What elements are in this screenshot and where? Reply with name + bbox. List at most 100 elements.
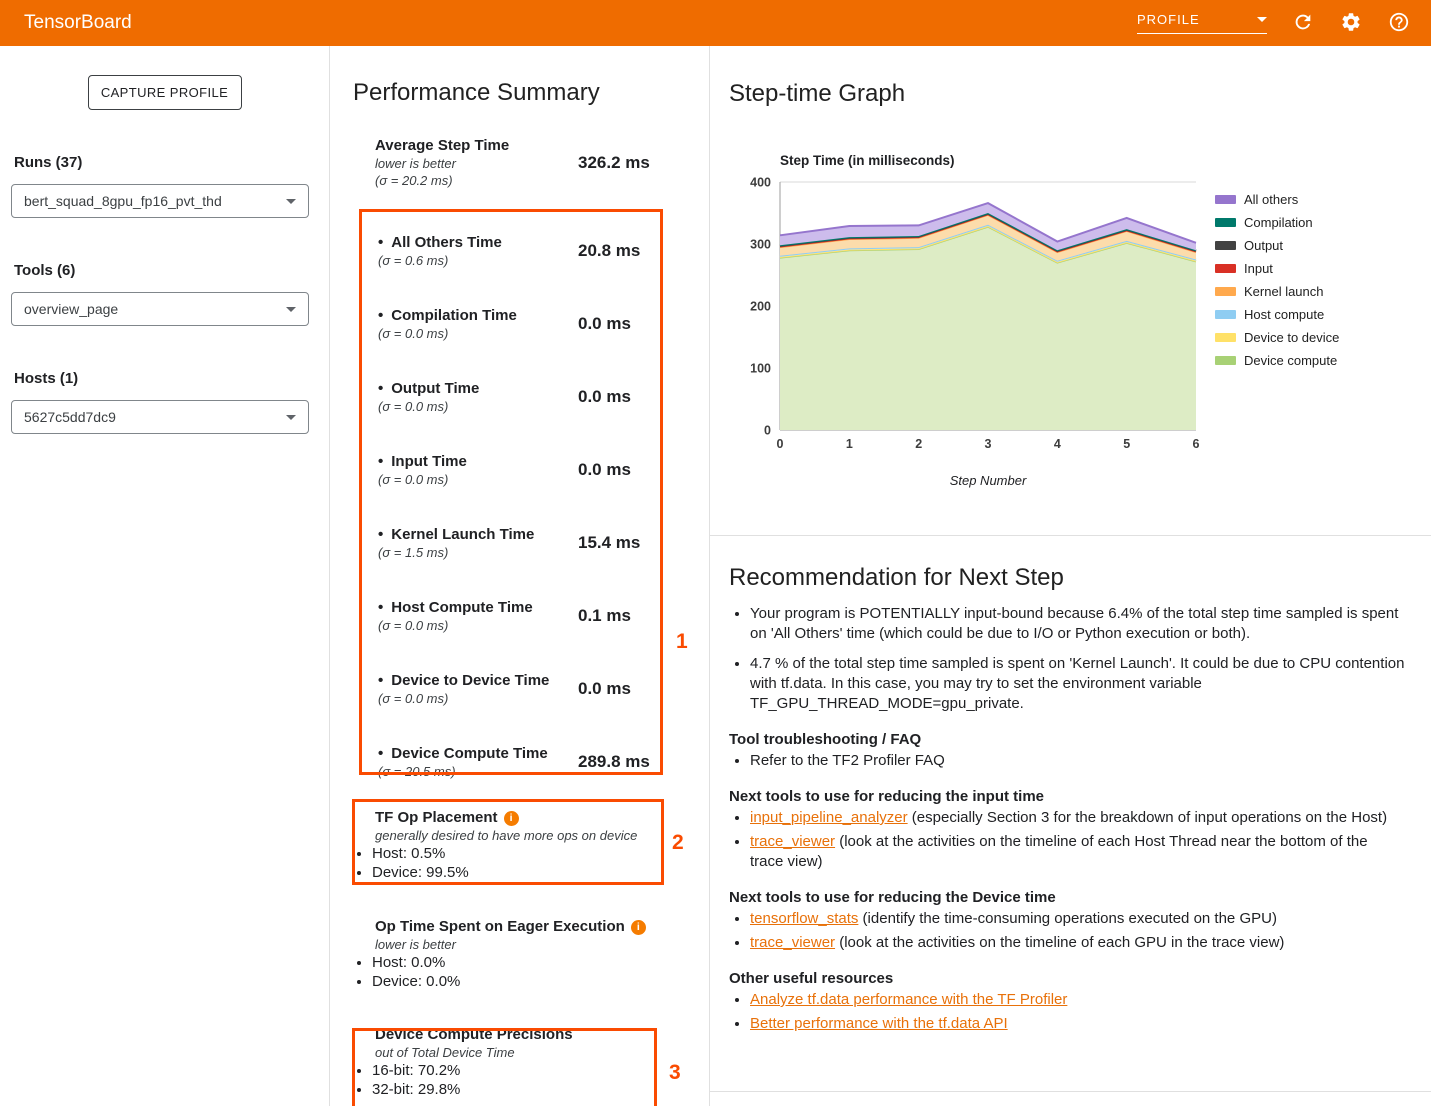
annotation-label-1: 1	[676, 630, 688, 654]
metric-sigma: (σ = 0.0 ms)	[378, 618, 578, 633]
legend-swatch-icon	[1215, 356, 1236, 365]
metrics-list: All Others Time(σ = 0.6 ms) 20.8 ms Comp…	[353, 214, 709, 798]
svg-text:400: 400	[750, 176, 771, 190]
eager-execution-section: Op Time Spent on Eager Execution lower i…	[353, 918, 709, 991]
legend-label: Kernel launch	[1244, 284, 1324, 299]
gear-icon	[1340, 11, 1362, 33]
link-input-pipeline-analyzer[interactable]: input_pipeline_analyzer	[750, 809, 908, 826]
svg-text:3: 3	[985, 437, 992, 451]
svg-text:0: 0	[764, 424, 771, 438]
legend-swatch-icon	[1215, 195, 1236, 204]
metric-label: Device to Device Time	[378, 672, 578, 689]
tool-item-desc: (look at the activities on the timeline …	[750, 833, 1368, 870]
refresh-button[interactable]	[1291, 11, 1315, 35]
list-item: Host: 0.5%	[372, 845, 709, 864]
recommendation-bullet: Your program is POTENTIALLY input-bound …	[750, 604, 1405, 644]
metric-value: 326.2 ms	[578, 153, 650, 173]
capture-profile-button[interactable]: CAPTURE PROFILE	[88, 75, 242, 110]
legend-swatch-icon	[1215, 218, 1236, 227]
svg-text:5: 5	[1123, 437, 1130, 451]
link-better-performance-tfdata[interactable]: Better performance with the tf.data API	[750, 1015, 1008, 1032]
svg-text:0: 0	[777, 437, 784, 451]
tool-item-desc: (look at the activities on the timeline …	[835, 934, 1284, 951]
chart-title: Step Time (in milliseconds)	[780, 153, 1209, 168]
list-item: Host: 0.0%	[372, 954, 709, 973]
dashboard-select[interactable]: PROFILE	[1137, 12, 1267, 34]
legend-label: Output	[1244, 238, 1283, 253]
metric-row: All Others Time(σ = 0.6 ms) 20.8 ms	[353, 214, 709, 287]
legend-swatch-icon	[1215, 241, 1236, 250]
annotation-label-3: 3	[669, 1061, 681, 1085]
section-label: Device Compute Precisions	[375, 1026, 573, 1043]
help-icon	[1388, 11, 1410, 33]
legend-item: Host compute	[1215, 307, 1339, 322]
info-icon[interactable]	[631, 920, 646, 935]
resource-item: Analyze tf.data performance with the TF …	[750, 990, 1405, 1010]
metric-row: Kernel Launch Time(σ = 1.5 ms) 15.4 ms	[353, 506, 709, 579]
legend-item: Compilation	[1215, 215, 1339, 230]
runs-select-value: bert_squad_8gpu_fp16_pvt_thd	[24, 193, 222, 209]
tools-label: Tools (6)	[14, 262, 315, 279]
recommendation-section: Recommendation for Next Step Your progra…	[710, 536, 1431, 1092]
app-title: TensorBoard	[24, 12, 132, 34]
runs-select[interactable]: bert_squad_8gpu_fp16_pvt_thd	[11, 184, 309, 218]
metric-value: 0.0 ms	[578, 314, 631, 334]
legend-item: Output	[1215, 238, 1339, 253]
metric-value: 0.1 ms	[578, 606, 631, 626]
recommendation-bullet: 4.7 % of the total step time sampled is …	[750, 654, 1405, 714]
legend-label: Device compute	[1244, 353, 1337, 368]
dashboard-select-value: PROFILE	[1137, 12, 1200, 27]
step-time-graph-title: Step-time Graph	[729, 80, 1411, 108]
metric-label: Average Step Time	[375, 137, 578, 154]
performance-summary-title: Performance Summary	[353, 79, 709, 107]
runs-label: Runs (37)	[14, 154, 315, 171]
legend-label: Device to device	[1244, 330, 1339, 345]
settings-button[interactable]	[1339, 11, 1363, 35]
step-time-graph-section: Step-time Graph Step Time (in millisecon…	[710, 46, 1431, 536]
tool-item: trace_viewer (look at the activities on …	[750, 933, 1405, 953]
link-tensorflow-stats[interactable]: tensorflow_stats	[750, 910, 858, 927]
right-panel: Step-time Graph Step Time (in millisecon…	[710, 46, 1431, 1106]
tool-item-desc: (especially Section 3 for the breakdown …	[908, 809, 1387, 826]
metric-row: Compilation Time (σ = 0.0 ms) 0.0 ms	[353, 287, 709, 360]
svg-text:200: 200	[750, 300, 771, 314]
svg-text:1: 1	[846, 437, 853, 451]
device-compute-precisions-section: Device Compute Precisions out of Total D…	[353, 1026, 709, 1099]
metric-sigma: (σ = 0.0 ms)	[378, 472, 578, 487]
tools-select-value: overview_page	[24, 301, 118, 317]
metric-sigma: (σ = 20.5 ms)	[378, 764, 578, 779]
tf-op-placement-section: TF Op Placement generally desired to hav…	[353, 809, 709, 882]
chevron-down-icon	[286, 199, 296, 204]
list-item: Device: 99.5%	[372, 864, 709, 883]
header-actions: PROFILE	[1137, 11, 1411, 35]
metric-label: Compilation Time	[378, 307, 578, 324]
metric-row: Output Time(σ = 0.0 ms) 0.0 ms	[353, 360, 709, 433]
metric-value: 0.0 ms	[578, 460, 631, 480]
legend-swatch-icon	[1215, 264, 1236, 273]
chevron-down-icon	[286, 307, 296, 312]
tool-item: input_pipeline_analyzer (especially Sect…	[750, 808, 1405, 828]
tool-item: tensorflow_stats (identify the time-cons…	[750, 909, 1405, 929]
chevron-down-icon	[286, 415, 296, 420]
tools-select[interactable]: overview_page	[11, 292, 309, 326]
metric-value: 0.0 ms	[578, 387, 631, 407]
metric-label: All Others Time	[378, 234, 578, 251]
link-trace-viewer[interactable]: trace_viewer	[750, 833, 835, 850]
svg-text:100: 100	[750, 362, 771, 376]
help-button[interactable]	[1387, 11, 1411, 35]
metric-label: Kernel Launch Time	[378, 526, 578, 543]
info-icon[interactable]	[504, 811, 519, 826]
metric-sigma: (σ = 0.0 ms)	[378, 326, 578, 341]
hosts-select[interactable]: 5627c5dd7dc9	[11, 400, 309, 434]
link-trace-viewer[interactable]: trace_viewer	[750, 934, 835, 951]
legend-item: Device to device	[1215, 330, 1339, 345]
recommendation-title: Recommendation for Next Step	[729, 564, 1405, 592]
legend-label: All others	[1244, 192, 1298, 207]
legend-label: Input	[1244, 261, 1273, 276]
legend-swatch-icon	[1215, 333, 1236, 342]
performance-summary-panel: Performance Summary Average Step Time lo…	[330, 46, 710, 1106]
metric-row: Host Compute Time(σ = 0.0 ms) 0.1 ms	[353, 579, 709, 652]
link-tfdata-performance[interactable]: Analyze tf.data performance with the TF …	[750, 991, 1067, 1008]
device-tools-heading: Next tools to use for reducing the Devic…	[729, 889, 1405, 906]
legend-swatch-icon	[1215, 287, 1236, 296]
